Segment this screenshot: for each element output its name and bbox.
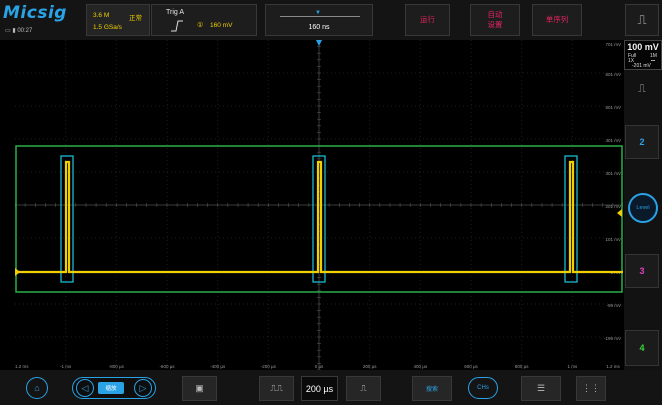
pulse-menu-button[interactable]: ⎍ bbox=[625, 4, 659, 36]
trigger-position-marker bbox=[316, 40, 322, 46]
trigger-position-icon: ▼ bbox=[315, 10, 321, 16]
x-tick-label: 400 µs bbox=[414, 364, 428, 369]
memory-depth: 3.6 M bbox=[93, 12, 110, 19]
y-tick-label: 601 mV bbox=[605, 72, 621, 77]
x-tick-label: -600 µs bbox=[159, 364, 175, 369]
y-tick-label: 701 mV bbox=[605, 42, 621, 47]
trigger-level: 160 mV bbox=[210, 22, 233, 29]
cursor-button[interactable]: ⋮⋮ bbox=[576, 376, 606, 401]
pulse-icon: ⎍ bbox=[638, 82, 646, 95]
ch1-offset: -201 mV bbox=[632, 63, 651, 69]
trigger-source-icon: ① bbox=[197, 22, 204, 29]
menu-icon: ☰ bbox=[536, 383, 546, 393]
x-tick-label: -1.2 ms bbox=[15, 364, 29, 369]
single-seq-button[interactable]: 单序列 bbox=[532, 4, 582, 36]
cursor-icon: ⋮⋮ bbox=[582, 383, 600, 393]
run-stop-button[interactable]: 运行 bbox=[405, 4, 450, 36]
ch3-button[interactable]: 3 bbox=[625, 254, 659, 288]
save-button[interactable]: ▣ bbox=[182, 376, 217, 401]
chevron-right-icon: ▷ bbox=[139, 382, 147, 393]
home-button[interactable]: ⌂ bbox=[26, 377, 48, 399]
status-time: 00:27 bbox=[17, 28, 33, 34]
x-tick-label: 1 ms bbox=[567, 364, 578, 369]
top-bar: Micsig ▭ ▮ 00:27 3.6 M 正常 1.5 GSa/s Trig… bbox=[0, 0, 662, 40]
zoom-label: 缩放 bbox=[98, 382, 124, 394]
y-tick-label: 101 mV bbox=[605, 237, 621, 242]
y-tick-label: 201 mV bbox=[605, 204, 621, 209]
waveform-canvas: 701 mV 601 mV 501 mV 401 mV 301 mV 201 mV 101 … bbox=[15, 40, 623, 370]
display-icon: ▭ bbox=[5, 28, 11, 34]
y-tick-label: 501 mV bbox=[605, 105, 621, 110]
level-knob-label: Level bbox=[636, 205, 650, 211]
x-tick-label: -1 ms bbox=[60, 364, 72, 369]
save-icon: ▣ bbox=[195, 383, 204, 393]
y-tick-label: 301 mV bbox=[605, 171, 621, 176]
zoom-next-button[interactable]: ▷ bbox=[134, 379, 152, 397]
x-tick-label: -400 µs bbox=[210, 364, 226, 369]
zoom-prev-button[interactable]: ◁ bbox=[76, 379, 94, 397]
acquisition-mode: 正常 bbox=[129, 15, 142, 22]
horizontal-position-panel[interactable]: ▼ 160 ns bbox=[265, 4, 373, 36]
x-tick-label: 800 µs bbox=[515, 364, 529, 369]
pulse-icon: ⎍ bbox=[637, 12, 647, 27]
chs-button[interactable]: CHs bbox=[468, 377, 498, 399]
ch4-button[interactable]: 4 bbox=[625, 330, 659, 366]
y-tick-label: -199 mV bbox=[604, 336, 621, 341]
compress-pulse-icon: ⎍⎍ bbox=[270, 383, 283, 393]
timebase-value[interactable]: 200 µs bbox=[301, 376, 338, 401]
x-tick-label: 200 µs bbox=[363, 364, 377, 369]
search-button[interactable]: 搜索 bbox=[412, 376, 452, 401]
ch1-pulse-button[interactable]: ⎍ bbox=[627, 76, 657, 102]
rising-edge-icon bbox=[171, 20, 183, 32]
menu-button[interactable]: ☰ bbox=[521, 376, 561, 401]
timebase-decrease-button[interactable]: ⎍⎍ bbox=[259, 376, 294, 401]
trigger-level-marker bbox=[617, 209, 622, 217]
horizontal-position: 160 ns bbox=[308, 24, 330, 31]
auto-setup-button[interactable]: 自动 设置 bbox=[470, 4, 520, 36]
ch1-coupling: ⎓ bbox=[651, 58, 655, 64]
ch1-scale-panel[interactable]: 100 mV Full 1M 1X ⎓ -201 mV bbox=[624, 40, 662, 70]
status-bar: ▭ ▮ 00:27 bbox=[5, 27, 32, 34]
x-tick-label: -200 µs bbox=[261, 364, 277, 369]
brand-logo: Micsig bbox=[3, 3, 67, 23]
ch1-waveform bbox=[15, 160, 623, 274]
x-tick-label: -800 µs bbox=[109, 364, 125, 369]
y-tick-label: -99 mV bbox=[606, 303, 621, 308]
sample-rate: 1.5 GSa/s bbox=[93, 24, 122, 31]
level-knob[interactable]: Level bbox=[628, 193, 658, 223]
waveform-display[interactable]: 701 mV 601 mV 501 mV 401 mV 301 mV 201 mV 101 … bbox=[15, 40, 623, 370]
timebase-increase-button[interactable]: ⎍ bbox=[346, 376, 381, 401]
chevron-left-icon: ◁ bbox=[81, 382, 89, 393]
trigger-panel[interactable]: Trig A ① 160 mV bbox=[151, 4, 257, 36]
x-tick-label: 0 µs bbox=[315, 364, 324, 369]
y-tick-label: 401 mV bbox=[605, 138, 621, 143]
acquisition-panel[interactable]: 3.6 M 正常 1.5 GSa/s bbox=[86, 4, 150, 36]
ch1-ground-marker bbox=[15, 268, 20, 276]
battery-icon: ▮ bbox=[12, 28, 16, 34]
ch1-volts-div: 100 mV bbox=[627, 42, 659, 52]
expand-pulse-icon: ⎍ bbox=[360, 383, 367, 393]
home-icon: ⌂ bbox=[34, 383, 40, 393]
x-tick-label: 600 µs bbox=[464, 364, 478, 369]
memory-bar bbox=[280, 16, 360, 17]
x-tick-label: 1.2 ms bbox=[606, 364, 620, 369]
trigger-label: Trig A bbox=[166, 9, 185, 16]
ch2-button[interactable]: 2 bbox=[625, 125, 659, 159]
